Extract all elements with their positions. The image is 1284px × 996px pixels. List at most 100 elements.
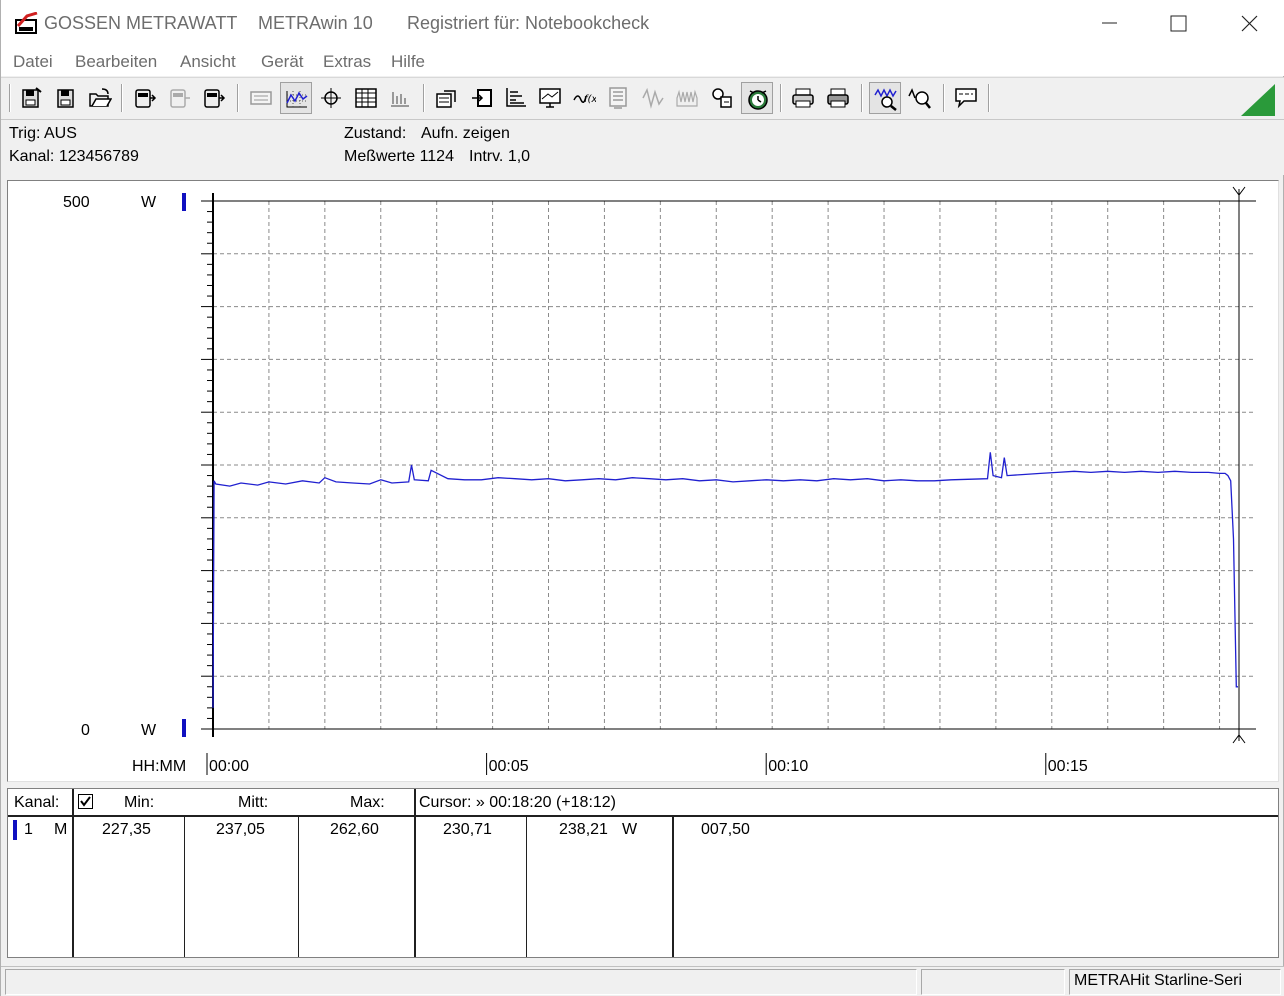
menu-datei[interactable]: Datei [13,52,53,72]
y-tick-label-min: 0 [81,722,90,739]
row-mode: M [54,821,68,838]
maximize-button[interactable] [1144,0,1212,46]
minimize-button[interactable] [1075,0,1143,46]
zoom-wave-icon [874,88,897,111]
toolbar-separator [121,84,123,112]
table-button[interactable] [350,82,382,114]
wave-disabled-icon [642,87,664,109]
export-button[interactable] [431,82,463,114]
wave-button[interactable] [637,82,669,114]
memory-icon [250,91,272,105]
menu-ansicht[interactable]: Ansicht [180,52,236,72]
device-write-icon [204,89,226,108]
function-icon: f(x) [573,94,596,105]
print-button[interactable] [822,82,854,114]
brand-title: GOSSEN METRAWATT [44,13,238,33]
toolbar-separator [943,84,945,112]
print-icon [827,88,849,108]
title-bar: GOSSEN METRAWATT METRAwin 10 Registriert… [1,0,1284,46]
select-all-checkbox[interactable] [78,794,94,810]
x-tick-label: 00:15 [1048,758,1088,775]
menu-bearbeiten[interactable]: Bearbeiten [75,52,157,72]
x-tick-label: 00:10 [768,758,808,775]
table-divider [414,789,416,957]
measurement-count: Meßwerte 1124 [344,148,454,165]
state-value: Aufn. zeigen [421,125,510,142]
monitor-button[interactable] [534,82,566,114]
trigger-status: Trig: AUS [9,125,77,142]
menu-geraet[interactable]: Gerät [261,52,304,72]
save-button[interactable] [16,82,48,114]
app-logo-icon [15,12,38,34]
table-divider [672,817,674,957]
table-divider [184,817,185,957]
row-max: 262,60 [330,821,379,838]
device-read-icon [135,89,157,108]
y-unit-label-top: W [141,194,157,211]
device-name: METRAHit Starline-Seri [1074,972,1243,989]
metrawin-window: GOSSEN METRAWATT METRAwin 10 Registriert… [0,0,1284,996]
bar-list-button[interactable] [384,82,416,114]
device-write-button[interactable] [198,82,230,114]
device-disabled-button[interactable] [164,82,196,114]
crosshair-button[interactable] [315,82,347,114]
table-icon [355,88,377,108]
x-tick-label: 00:05 [489,758,529,775]
toolbar-separator [861,84,863,112]
crosshair-icon [321,88,341,108]
print-preview-button[interactable] [787,82,819,114]
import-button[interactable] [466,82,498,114]
clock-icon [748,90,768,110]
row-mitt: 237,05 [216,821,265,838]
function-button[interactable]: f(x) [568,82,600,114]
chart-area[interactable]: 500 0 W W HH:MM 00:00 00:05 00:10 00:15 [7,180,1279,782]
col-header-mitt: Mitt: [238,794,269,811]
zoom-icon [908,88,931,109]
row-cursor-value-2: 238,21 [559,821,608,838]
wave-dense-button[interactable] [671,82,703,114]
maximize-icon [1170,15,1187,32]
zoom-wave-button[interactable] [869,82,901,114]
toolbar: f(x) [1,77,1284,119]
message-button[interactable] [950,82,982,114]
y-min-channel-marker [182,719,186,737]
col-header-min: Min: [124,794,155,811]
y-unit-label-bottom: W [141,722,157,739]
clock-button[interactable] [741,82,773,114]
status-panel-middle [921,969,1065,995]
table-divider [72,789,74,957]
save-as-button[interactable] [50,82,82,114]
transfer-button[interactable] [706,82,738,114]
channel-status: Kanal: 123456789 [9,148,139,165]
col-header-kanal: Kanal: [14,794,60,811]
channel-color-marker [13,820,17,840]
table-header-divider [8,815,1278,817]
waveform-button[interactable] [280,82,312,114]
memory-button[interactable] [245,82,277,114]
toolbar-separator [237,84,239,112]
zoom-button[interactable] [904,82,936,114]
close-button[interactable] [1213,0,1281,46]
menu-hilfe[interactable]: Hilfe [391,52,425,72]
row-cursor-value-1: 230,71 [443,821,492,838]
wave-dense-disabled-icon [676,89,698,107]
measurement-table: Kanal: Min: Mitt: Max: Cursor: » 00:18:2… [7,788,1279,958]
row-channel: 1 [24,821,33,838]
x-tick-label: 00:00 [209,758,249,775]
y-tick-label-max: 500 [63,194,90,211]
chart-settings-button[interactable] [500,82,532,114]
list-icon [609,87,627,109]
series-line-1 [212,452,1238,708]
power-chart[interactable]: 500 0 W W HH:MM 00:00 00:05 00:10 00:15 [8,181,1278,781]
message-icon [955,88,977,109]
device-disabled-icon [170,89,190,108]
status-panel-main [5,969,917,995]
open-button[interactable] [84,82,116,114]
list-button[interactable] [602,82,634,114]
row-extra-value: 007,50 [701,821,750,838]
menu-extras[interactable]: Extras [323,52,371,72]
device-read-button[interactable] [129,82,161,114]
save-as-icon [57,89,74,108]
toolbar-separator [780,84,782,112]
y-max-channel-marker [182,193,186,211]
